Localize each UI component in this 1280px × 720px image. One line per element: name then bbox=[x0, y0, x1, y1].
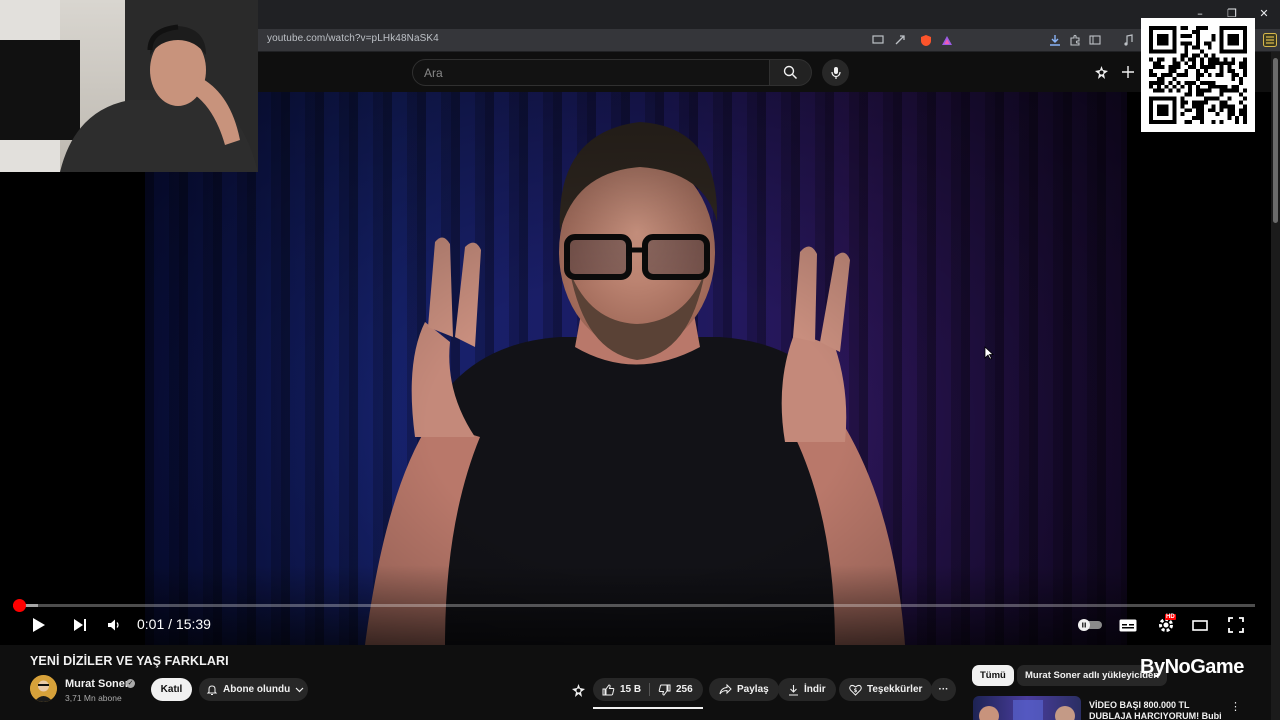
share-label: Paylaş bbox=[737, 684, 769, 695]
music-note-icon[interactable] bbox=[1120, 32, 1136, 48]
more-actions-button[interactable]: ··· bbox=[931, 678, 956, 701]
extensions-puzzle-icon[interactable] bbox=[1067, 32, 1083, 48]
like-dislike-group: 15 B 256 bbox=[593, 678, 703, 701]
subtitles-button[interactable] bbox=[1118, 613, 1138, 637]
video-player[interactable]: 0:01 / 15:39 HD bbox=[0, 92, 1280, 645]
like-underline bbox=[593, 707, 703, 709]
address-bar[interactable]: youtube.com/watch?v=pLHk48NaSK4 bbox=[258, 29, 1280, 51]
join-button[interactable]: Katıl bbox=[151, 678, 192, 701]
sparkle-extension-icon[interactable] bbox=[571, 683, 586, 703]
subscribed-label: Abone olundu bbox=[223, 684, 291, 695]
search-input[interactable] bbox=[413, 60, 769, 85]
scrollbar-thumb[interactable] bbox=[1273, 58, 1278, 223]
webcam-image bbox=[0, 0, 258, 172]
like-count: 15 B bbox=[620, 684, 642, 695]
watermark-text: ByNoGame bbox=[1140, 656, 1244, 678]
search-icon bbox=[783, 65, 798, 80]
sparkle-extension-icon[interactable] bbox=[1092, 63, 1110, 81]
youtube-header bbox=[258, 52, 1280, 92]
volume-icon bbox=[108, 619, 119, 631]
create-icon[interactable] bbox=[1119, 63, 1137, 81]
settings-button[interactable]: HD bbox=[1154, 613, 1178, 637]
dislike-count: 256 bbox=[676, 684, 693, 695]
chip-all-label: Tümü bbox=[980, 670, 1006, 681]
voice-search-button[interactable] bbox=[822, 59, 849, 86]
like-button[interactable]: 15 B bbox=[602, 678, 641, 701]
channel-avatar[interactable] bbox=[30, 675, 57, 702]
search-box[interactable] bbox=[412, 59, 770, 86]
triangle-extension-icon[interactable] bbox=[939, 32, 955, 48]
browser-menu-icon[interactable] bbox=[1262, 32, 1278, 48]
chip-all[interactable]: Tümü bbox=[972, 665, 1014, 686]
dislike-button[interactable]: 256 bbox=[658, 678, 693, 701]
thanks-heart-icon: $ bbox=[849, 684, 862, 696]
download-icon bbox=[789, 684, 798, 696]
video-frame[interactable] bbox=[145, 92, 1127, 645]
streamer-webcam-overlay bbox=[0, 0, 258, 172]
recommended-video-thumbnail[interactable] bbox=[973, 696, 1081, 720]
kebab-menu-icon[interactable]: ⋮ bbox=[1230, 700, 1241, 713]
video-info-section: YENİ DİZİLER VE YAŞ FARKLARI Murat Soner… bbox=[0, 645, 1280, 720]
autoplay-toggle-icon bbox=[1078, 619, 1102, 631]
fullscreen-icon bbox=[1228, 617, 1244, 633]
thanks-button[interactable]: $ Teşekkürler bbox=[839, 678, 933, 701]
share-page-icon[interactable] bbox=[892, 32, 908, 48]
bell-icon bbox=[206, 684, 218, 695]
bynogame-watermark: ByNoGame bbox=[1140, 656, 1244, 679]
fullscreen-button[interactable] bbox=[1226, 613, 1246, 637]
microphone-icon bbox=[830, 66, 841, 79]
thumbs-up-icon bbox=[602, 683, 615, 695]
video-vignette bbox=[145, 92, 1127, 645]
autoplay-toggle[interactable] bbox=[1075, 613, 1105, 637]
theater-mode-button[interactable] bbox=[1190, 613, 1210, 637]
download-button[interactable]: İndir bbox=[778, 678, 836, 701]
qr-code-image bbox=[1149, 26, 1247, 124]
skip-next-icon bbox=[74, 619, 86, 631]
play-button[interactable] bbox=[28, 613, 50, 637]
play-icon bbox=[33, 618, 45, 632]
video-title: YENİ DİZİLER VE YAŞ FARKLARI bbox=[30, 654, 229, 668]
download-extension-icon[interactable] bbox=[1047, 32, 1063, 48]
qr-code bbox=[1141, 18, 1255, 132]
search-button[interactable] bbox=[770, 59, 812, 86]
svg-text:$: $ bbox=[854, 688, 858, 694]
sidepanel-icon[interactable] bbox=[1087, 32, 1103, 48]
like-divider bbox=[649, 683, 650, 696]
mute-button[interactable] bbox=[104, 613, 124, 637]
download-label: İndir bbox=[804, 684, 826, 695]
verified-check-icon: ✓ bbox=[126, 679, 135, 688]
chevron-down-icon bbox=[295, 687, 304, 692]
progress-bar[interactable] bbox=[13, 604, 1255, 607]
cast-icon[interactable] bbox=[870, 32, 886, 48]
chip-from-channel-label: Murat Soner adlı yükleyiciden bbox=[1025, 670, 1160, 681]
next-button[interactable] bbox=[70, 613, 90, 637]
url-text[interactable]: youtube.com/watch?v=pLHk48NaSK4 bbox=[267, 33, 439, 44]
share-button[interactable]: Paylaş bbox=[709, 678, 779, 701]
thanks-label: Teşekkürler bbox=[867, 684, 923, 695]
channel-name[interactable]: Murat Soner bbox=[65, 678, 129, 690]
thumbs-down-icon bbox=[658, 684, 671, 696]
recommended-video-title[interactable]: VİDEO BAŞI 800.000 TL DUBLAJA HARCIYORUM… bbox=[1089, 700, 1229, 720]
share-icon bbox=[719, 684, 732, 695]
progress-scrubber[interactable] bbox=[13, 599, 26, 612]
time-display: 0:01 / 15:39 bbox=[137, 616, 211, 632]
theater-mode-icon bbox=[1192, 619, 1208, 631]
shield-extension-icon[interactable] bbox=[918, 32, 934, 48]
mouse-cursor-icon bbox=[984, 346, 994, 360]
more-label: ··· bbox=[938, 684, 949, 695]
captions-icon bbox=[1119, 619, 1137, 631]
hd-badge: HD bbox=[1165, 614, 1176, 620]
subscriber-count: 3,71 Mn abone bbox=[65, 693, 122, 703]
subscribed-button[interactable]: Abone olundu bbox=[199, 678, 308, 701]
